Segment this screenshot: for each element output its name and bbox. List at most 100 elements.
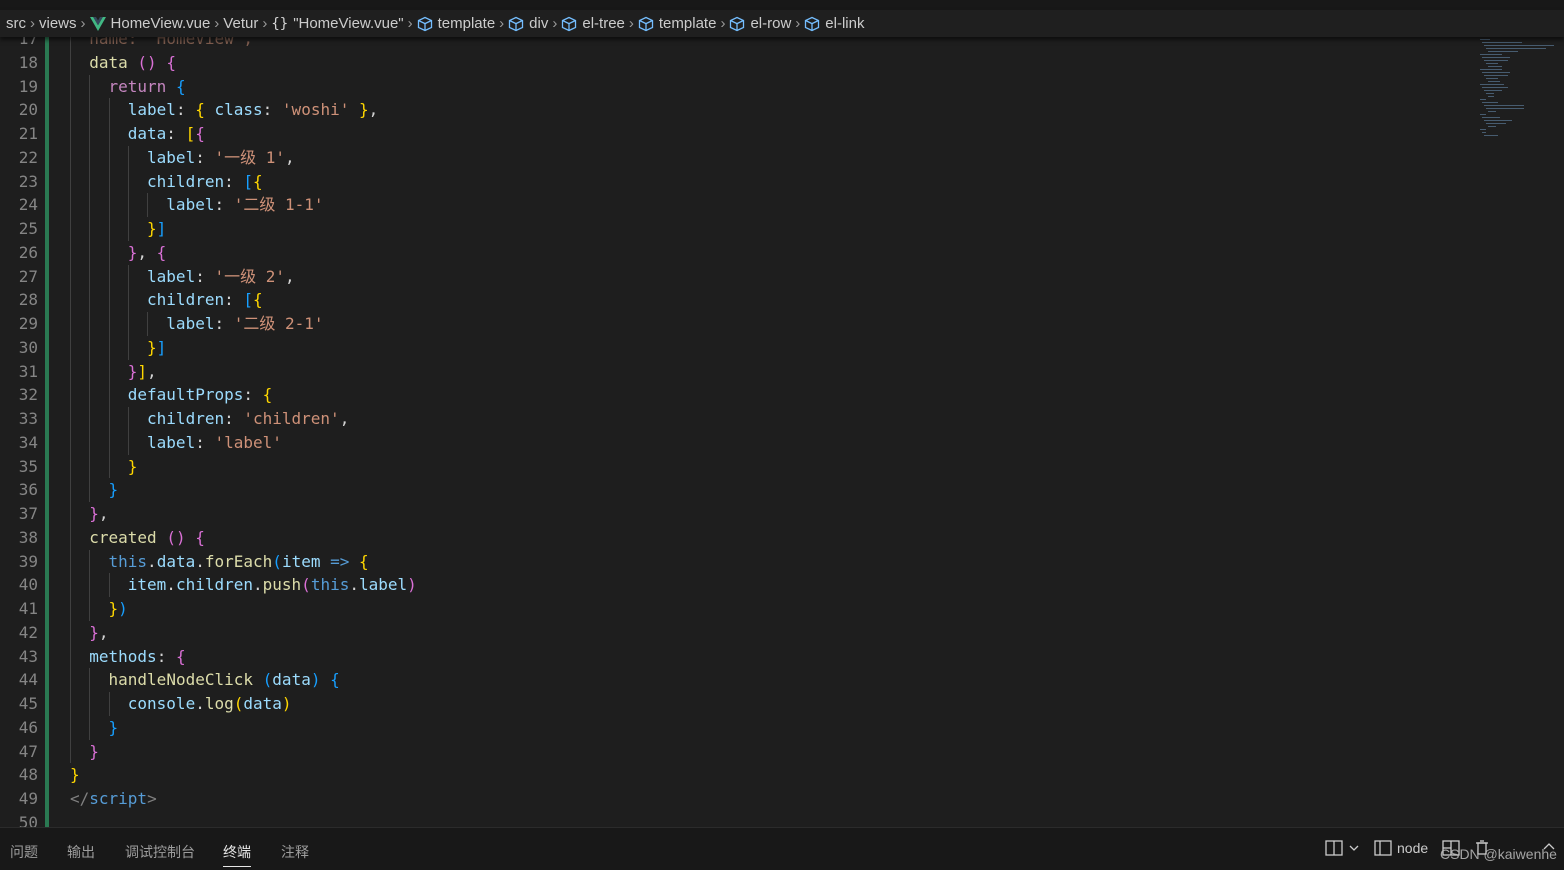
code-line[interactable]: 17 name: 'HomeView', [0, 37, 1470, 51]
code-line[interactable]: 45 console.log(data) [0, 692, 1470, 716]
code-line[interactable]: 47} [0, 739, 1470, 764]
code-line[interactable]: 36} [0, 478, 1470, 502]
terminal-selector[interactable]: node [1374, 840, 1428, 856]
indent-guide [108, 573, 110, 597]
breadcrumb-item[interactable]: src › [6, 15, 39, 32]
code-line[interactable]: 44 handleNodeClick (data) { [0, 668, 1470, 692]
panel-tab-terminal[interactable]: 终端 [223, 842, 251, 867]
code-token: defaultProps [127, 385, 244, 405]
code-token: name: 'HomeView', [89, 37, 254, 48]
panel-tab-problems[interactable]: 问题 [10, 842, 38, 862]
indent-guide [127, 335, 129, 360]
breadcrumb-item[interactable]: {} "HomeView.vue" › [271, 15, 416, 32]
code-line[interactable]: 21 data: [{ [0, 122, 1470, 146]
indent-guide [127, 264, 129, 289]
minimap-line [1484, 60, 1508, 61]
indent-guide [70, 50, 71, 75]
code-line[interactable]: 26}, { [0, 240, 1470, 265]
breadcrumb-item[interactable]: el-link [804, 15, 864, 32]
breadcrumb-label: div [529, 15, 549, 32]
indent-guide [70, 169, 71, 194]
code-line[interactable]: 39 this.data.forEach(item => { [0, 549, 1470, 574]
minimap-line [1486, 123, 1506, 124]
code-line[interactable]: 24 label: '二级 1-1' [0, 193, 1470, 217]
minimap-line [1484, 90, 1502, 91]
breadcrumb-label: views [39, 15, 77, 32]
breadcrumb-item[interactable]: el-row › [729, 15, 804, 32]
indent-guide [89, 122, 91, 146]
code-line[interactable]: 27 label: '一级 2', [0, 264, 1470, 289]
code-line[interactable]: 19 return { [0, 74, 1470, 99]
code-text: children: 'children', [147, 407, 349, 431]
code-line[interactable]: 22 label: '一级 1', [0, 145, 1470, 170]
chevron-right-icon: › [214, 15, 220, 32]
code-token: handleNodeClick [108, 670, 254, 690]
code-line[interactable]: 28 children: [{ [0, 288, 1470, 312]
code-line[interactable]: 37}, [0, 502, 1470, 526]
code-token: '二级 1-1' [233, 195, 324, 215]
code-line[interactable]: 48} [0, 763, 1470, 787]
code-token: () [166, 527, 186, 547]
panel-tab-debug-console[interactable]: 调试控制台 [125, 842, 195, 862]
indent-guide [89, 478, 91, 502]
code-token: ] [156, 337, 167, 357]
code-line[interactable]: 31}], [0, 359, 1470, 384]
minimap[interactable] [1472, 37, 1564, 137]
code-token: : [224, 290, 244, 310]
breadcrumb-item[interactable]: template › [638, 15, 730, 32]
code-line[interactable]: 34 label: 'label' [0, 430, 1470, 455]
panel-tab-comments[interactable]: 注释 [281, 842, 309, 862]
indent-guide [70, 122, 71, 146]
indent-guide [108, 430, 110, 455]
code-token: ] [137, 361, 148, 381]
code-editor[interactable]: 17 name: 'HomeView', 18 data () {19 return {… [0, 37, 1564, 827]
code-token: : [224, 409, 244, 428]
code-line[interactable]: 41}) [0, 597, 1470, 621]
code-line[interactable]: 38 created () { [0, 525, 1470, 550]
code-line[interactable]: 42}, [0, 620, 1470, 645]
code-token: { [195, 100, 205, 120]
minimap-line [1480, 54, 1502, 55]
code-text: }, { [128, 241, 167, 265]
code-line[interactable]: 50 [0, 811, 1470, 827]
code-line[interactable]: 18 data () { [0, 50, 1470, 75]
panel-tab-output[interactable]: 输出 [67, 842, 95, 862]
indent-guide [89, 692, 91, 716]
code-line[interactable]: 40 item.children.push(this.label) [0, 573, 1470, 597]
braces-icon: {} [271, 15, 289, 32]
code-text: return { [109, 75, 186, 99]
code-line[interactable]: 25}] [0, 217, 1470, 241]
breadcrumb-item[interactable]: views › [39, 15, 90, 32]
indent-guide [70, 407, 71, 431]
breadcrumb-item[interactable]: Vetur › [223, 15, 271, 32]
minimap-line [1480, 84, 1504, 85]
split-terminal-button[interactable] [1325, 840, 1360, 856]
breadcrumb-item[interactable]: template › [417, 15, 509, 32]
minimap-line [1480, 129, 1486, 130]
code-line[interactable]: 49 </script> [0, 787, 1470, 811]
code-line[interactable]: 35} [0, 454, 1470, 479]
indent-guide [147, 193, 149, 217]
code-line[interactable]: 20 label: { class: 'woshi' }, [0, 98, 1470, 122]
chevron-down-icon[interactable] [1348, 843, 1360, 853]
code-token: children [175, 575, 253, 595]
cube-icon [729, 16, 745, 32]
code-line[interactable]: 23 children: [{ [0, 169, 1470, 194]
line-number: 23 [18, 171, 38, 191]
code-line[interactable]: 33 children: 'children', [0, 407, 1470, 431]
breadcrumb-item[interactable]: HomeView.vue › [89, 15, 224, 32]
line-number: 43 [18, 646, 38, 666]
breadcrumb-item[interactable]: el-tree › [561, 15, 638, 32]
indent-guide [127, 193, 129, 217]
code-line[interactable]: 43 methods: { [0, 644, 1470, 669]
code-token: 'woshi' [281, 100, 350, 120]
code-line[interactable]: 30}] [0, 335, 1470, 360]
split-layout-icon [1325, 840, 1343, 856]
code-line[interactable]: 29 label: '二级 2-1' [0, 312, 1470, 336]
code-line[interactable]: 46} [0, 715, 1470, 740]
indent-guide [89, 264, 91, 289]
indent-guide [89, 668, 91, 692]
code-line[interactable]: 32 defaultProps: { [0, 383, 1470, 407]
breadcrumb-item[interactable]: div › [508, 15, 561, 32]
